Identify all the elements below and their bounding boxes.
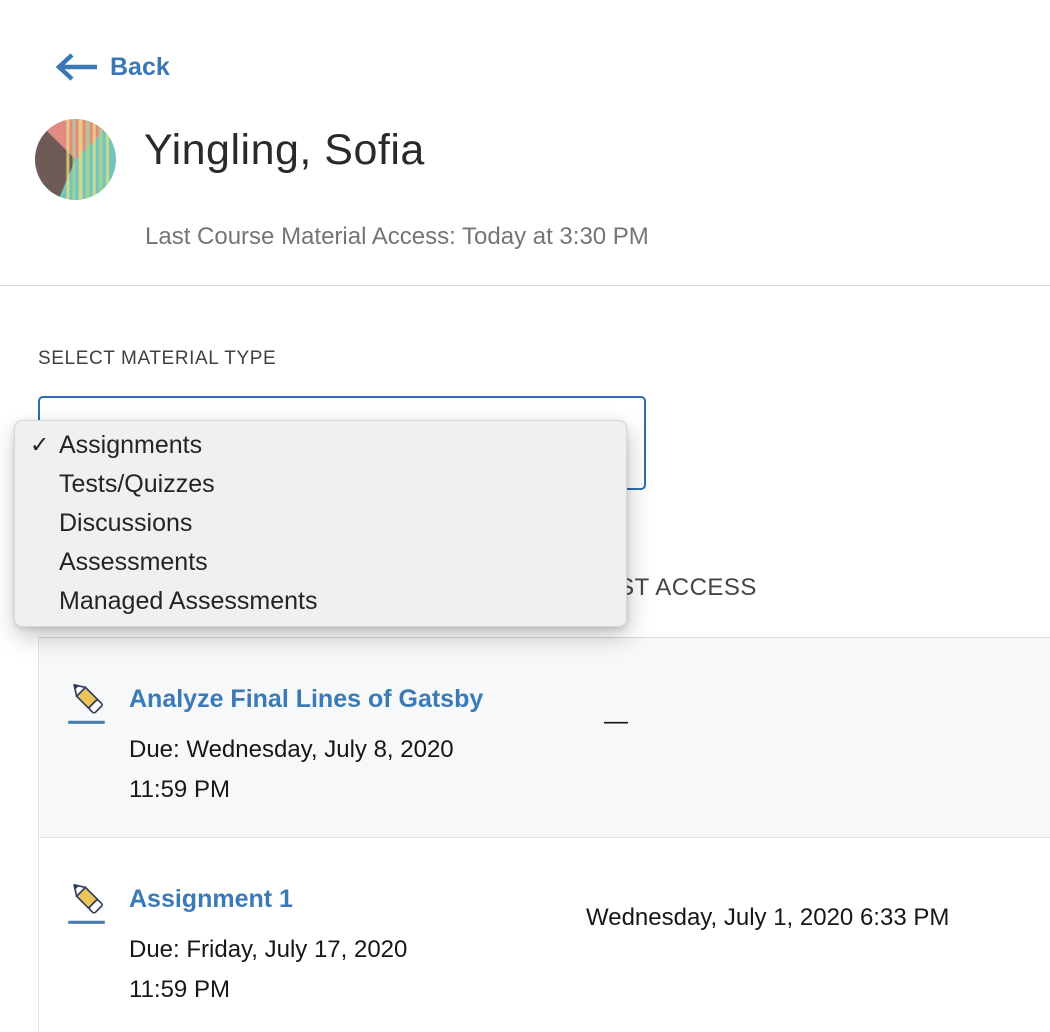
first-access-value: Wednesday, July 1, 2020 6:33 PM bbox=[586, 904, 949, 932]
due-date-line2: 11:59 PM bbox=[129, 970, 407, 1010]
due-date-line1: Due: Friday, July 17, 2020 bbox=[129, 930, 407, 970]
back-arrow-icon bbox=[53, 52, 99, 82]
material-link[interactable]: Analyze Final Lines of Gatsby bbox=[129, 685, 483, 714]
back-label: Back bbox=[110, 53, 170, 82]
last-access-summary: Last Course Material Access: Today at 3:… bbox=[145, 223, 649, 251]
material-due-date: Due: Wednesday, July 8, 2020 11:59 PM bbox=[129, 730, 454, 810]
dropdown-option-label: Assignments bbox=[59, 431, 202, 460]
dropdown-option-tests-quizzes[interactable]: Tests/Quizzes bbox=[15, 465, 626, 504]
dropdown-option-discussions[interactable]: Discussions bbox=[15, 504, 626, 543]
material-type-label: SELECT MATERIAL TYPE bbox=[38, 348, 276, 370]
back-link[interactable]: Back bbox=[53, 52, 170, 82]
dropdown-option-assignments[interactable]: ✓ Assignments bbox=[15, 426, 626, 465]
dropdown-option-label: Assessments bbox=[59, 548, 208, 577]
dropdown-option-label: Discussions bbox=[59, 509, 192, 538]
table-row: Analyze Final Lines of Gatsby Due: Wedne… bbox=[39, 638, 1050, 838]
assignment-pencil-icon[interactable] bbox=[66, 880, 108, 931]
assignment-pencil-icon[interactable] bbox=[66, 680, 108, 731]
material-due-date: Due: Friday, July 17, 2020 11:59 PM bbox=[129, 930, 407, 1010]
dropdown-option-assessments[interactable]: Assessments bbox=[15, 543, 626, 582]
student-material-access-page: Back Yingling, Sofia Last Course bbox=[0, 0, 1050, 1032]
first-access-value: — bbox=[586, 704, 628, 736]
page-title: Yingling, Sofia bbox=[144, 126, 425, 175]
avatar bbox=[35, 119, 116, 200]
due-date-line1: Due: Wednesday, July 8, 2020 bbox=[129, 730, 454, 770]
material-link[interactable]: Assignment 1 bbox=[129, 885, 293, 914]
dropdown-option-label: Tests/Quizzes bbox=[59, 470, 215, 499]
checkmark-icon: ✓ bbox=[30, 431, 49, 458]
table-row: Assignment 1 Due: Friday, July 17, 2020 … bbox=[39, 838, 1050, 1032]
dropdown-option-managed-assessments[interactable]: Managed Assessments bbox=[15, 582, 626, 621]
materials-table: Analyze Final Lines of Gatsby Due: Wedne… bbox=[38, 637, 1050, 1032]
material-type-dropdown: ✓ Assignments Tests/Quizzes Discussions … bbox=[14, 420, 627, 627]
dropdown-option-label: Managed Assessments bbox=[59, 587, 317, 616]
header-divider bbox=[0, 285, 1050, 286]
due-date-line2: 11:59 PM bbox=[129, 770, 454, 810]
